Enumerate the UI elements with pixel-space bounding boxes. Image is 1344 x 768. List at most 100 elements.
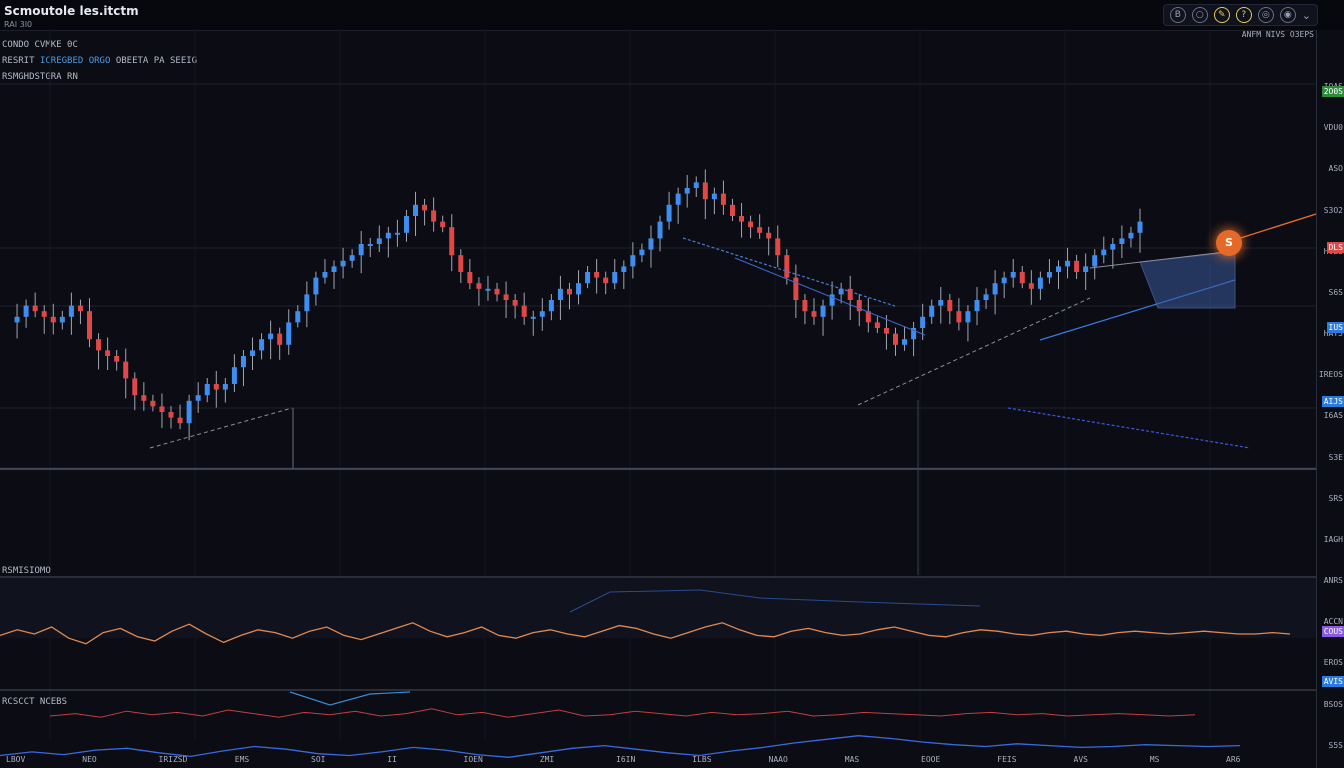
oscillator-blue-segment bbox=[289, 691, 411, 706]
candle-body-117 bbox=[1065, 260, 1071, 267]
candle-body-115 bbox=[1046, 272, 1052, 278]
time-label-3: EMS bbox=[234, 755, 250, 764]
candle-body-71 bbox=[648, 238, 654, 250]
candle-body-5 bbox=[50, 316, 56, 323]
price-tick-13: ACCN bbox=[1323, 617, 1343, 627]
time-label-15: MS bbox=[1149, 755, 1160, 764]
candle-body-33 bbox=[304, 294, 310, 312]
candle-body-21 bbox=[195, 395, 201, 401]
candle-body-14 bbox=[132, 378, 138, 396]
chart-canvas[interactable] bbox=[0, 0, 1316, 768]
time-label-0: LBOV bbox=[6, 755, 26, 764]
candle-body-108 bbox=[983, 294, 989, 300]
candle-body-87 bbox=[793, 277, 799, 300]
candle-body-123 bbox=[1119, 238, 1125, 244]
candle-body-37 bbox=[340, 260, 346, 267]
candle-body-16 bbox=[150, 400, 156, 407]
candle-body-10 bbox=[96, 339, 102, 351]
candle-body-32 bbox=[295, 311, 301, 323]
candle-body-106 bbox=[965, 311, 971, 323]
candle-body-23 bbox=[213, 384, 219, 390]
candle-body-26 bbox=[240, 356, 246, 368]
candle-body-125 bbox=[1137, 221, 1143, 233]
candle-body-60 bbox=[548, 300, 554, 312]
candle-body-62 bbox=[566, 288, 572, 295]
candle-body-34 bbox=[313, 277, 319, 295]
price-tick-15: BSOS bbox=[1323, 699, 1343, 709]
time-label-12: EOOE bbox=[921, 755, 941, 764]
candle-body-90 bbox=[820, 305, 826, 317]
time-label-5: II bbox=[387, 755, 397, 764]
candle-body-31 bbox=[286, 322, 292, 345]
candle-body-86 bbox=[784, 255, 790, 278]
time-label-2: IRIZSD bbox=[158, 755, 188, 764]
candle-body-15 bbox=[141, 395, 147, 401]
price-tag-0: 2O0S bbox=[1321, 86, 1344, 97]
alert-marker[interactable]: S bbox=[1216, 230, 1242, 256]
candle-body-102 bbox=[929, 305, 935, 317]
price-tick-2: ASO bbox=[1328, 164, 1343, 174]
candle-body-70 bbox=[639, 249, 645, 256]
candle-body-99 bbox=[902, 339, 908, 345]
candle-body-122 bbox=[1110, 244, 1116, 250]
price-tag-1: DLS bbox=[1326, 242, 1344, 253]
candle-body-73 bbox=[666, 204, 672, 222]
candle-body-121 bbox=[1101, 249, 1107, 256]
price-tick-12: ANRS bbox=[1323, 576, 1343, 586]
candle-body-119 bbox=[1083, 266, 1089, 272]
candle-body-91 bbox=[829, 294, 835, 306]
candle-body-109 bbox=[992, 283, 998, 295]
candle-body-104 bbox=[947, 300, 953, 312]
candle-body-29 bbox=[268, 333, 274, 340]
price-tick-16: S5S bbox=[1328, 740, 1343, 750]
time-label-9: ILBS bbox=[692, 755, 712, 764]
candle-body-82 bbox=[748, 221, 754, 228]
price-tag-5: AVIS bbox=[1321, 676, 1344, 687]
candle-body-35 bbox=[322, 272, 328, 278]
candle-body-110 bbox=[1001, 277, 1007, 284]
candle-body-63 bbox=[576, 283, 582, 295]
candle-body-67 bbox=[612, 272, 618, 284]
candle-body-13 bbox=[123, 361, 129, 379]
candle-body-118 bbox=[1074, 260, 1080, 272]
oscillator-2-label: RCSCCT NCEBS bbox=[2, 697, 68, 707]
candle-body-84 bbox=[766, 232, 772, 239]
candle-body-36 bbox=[331, 266, 337, 272]
time-label-11: MAS bbox=[844, 755, 860, 764]
candle-body-111 bbox=[1010, 272, 1016, 278]
candle-body-49 bbox=[449, 227, 455, 256]
candle-body-43 bbox=[394, 232, 400, 235]
candle-body-72 bbox=[657, 221, 663, 239]
candle-body-79 bbox=[720, 193, 726, 205]
candle-body-64 bbox=[585, 272, 591, 284]
candle-body-25 bbox=[231, 367, 237, 384]
price-tag-3: AIJS bbox=[1321, 396, 1344, 407]
price-tick-11: IAGH bbox=[1323, 534, 1343, 544]
price-tick-5: S6S bbox=[1328, 287, 1343, 297]
candle-body-52 bbox=[476, 283, 482, 289]
candle-body-112 bbox=[1019, 272, 1025, 284]
candle-body-80 bbox=[729, 204, 735, 216]
price-axis[interactable]: IOASVDU0ASOS3O2HOLSS6SHAT5IREOSI6ASS3ESR… bbox=[1316, 30, 1344, 768]
time-label-4: SOI bbox=[311, 755, 326, 764]
candle-body-76 bbox=[693, 182, 699, 188]
candle-body-107 bbox=[974, 300, 980, 312]
candle-body-51 bbox=[467, 272, 473, 284]
candle-body-50 bbox=[458, 255, 464, 272]
oscillator-red-line bbox=[49, 708, 1196, 718]
candle-body-55 bbox=[503, 294, 509, 300]
candle-body-27 bbox=[250, 350, 256, 356]
candle-body-54 bbox=[494, 288, 500, 295]
candle-body-8 bbox=[77, 305, 83, 312]
candle-body-59 bbox=[539, 311, 545, 317]
candle-body-103 bbox=[938, 300, 944, 306]
candle-body-116 bbox=[1055, 266, 1061, 272]
candle-body-56 bbox=[512, 300, 518, 306]
candle-body-11 bbox=[105, 350, 111, 356]
candle-body-39 bbox=[358, 244, 364, 256]
candle-body-58 bbox=[530, 316, 536, 319]
candle-body-6 bbox=[59, 316, 65, 323]
candle-body-9 bbox=[87, 311, 93, 340]
candle-body-77 bbox=[702, 182, 708, 200]
candle-body-78 bbox=[711, 193, 717, 200]
